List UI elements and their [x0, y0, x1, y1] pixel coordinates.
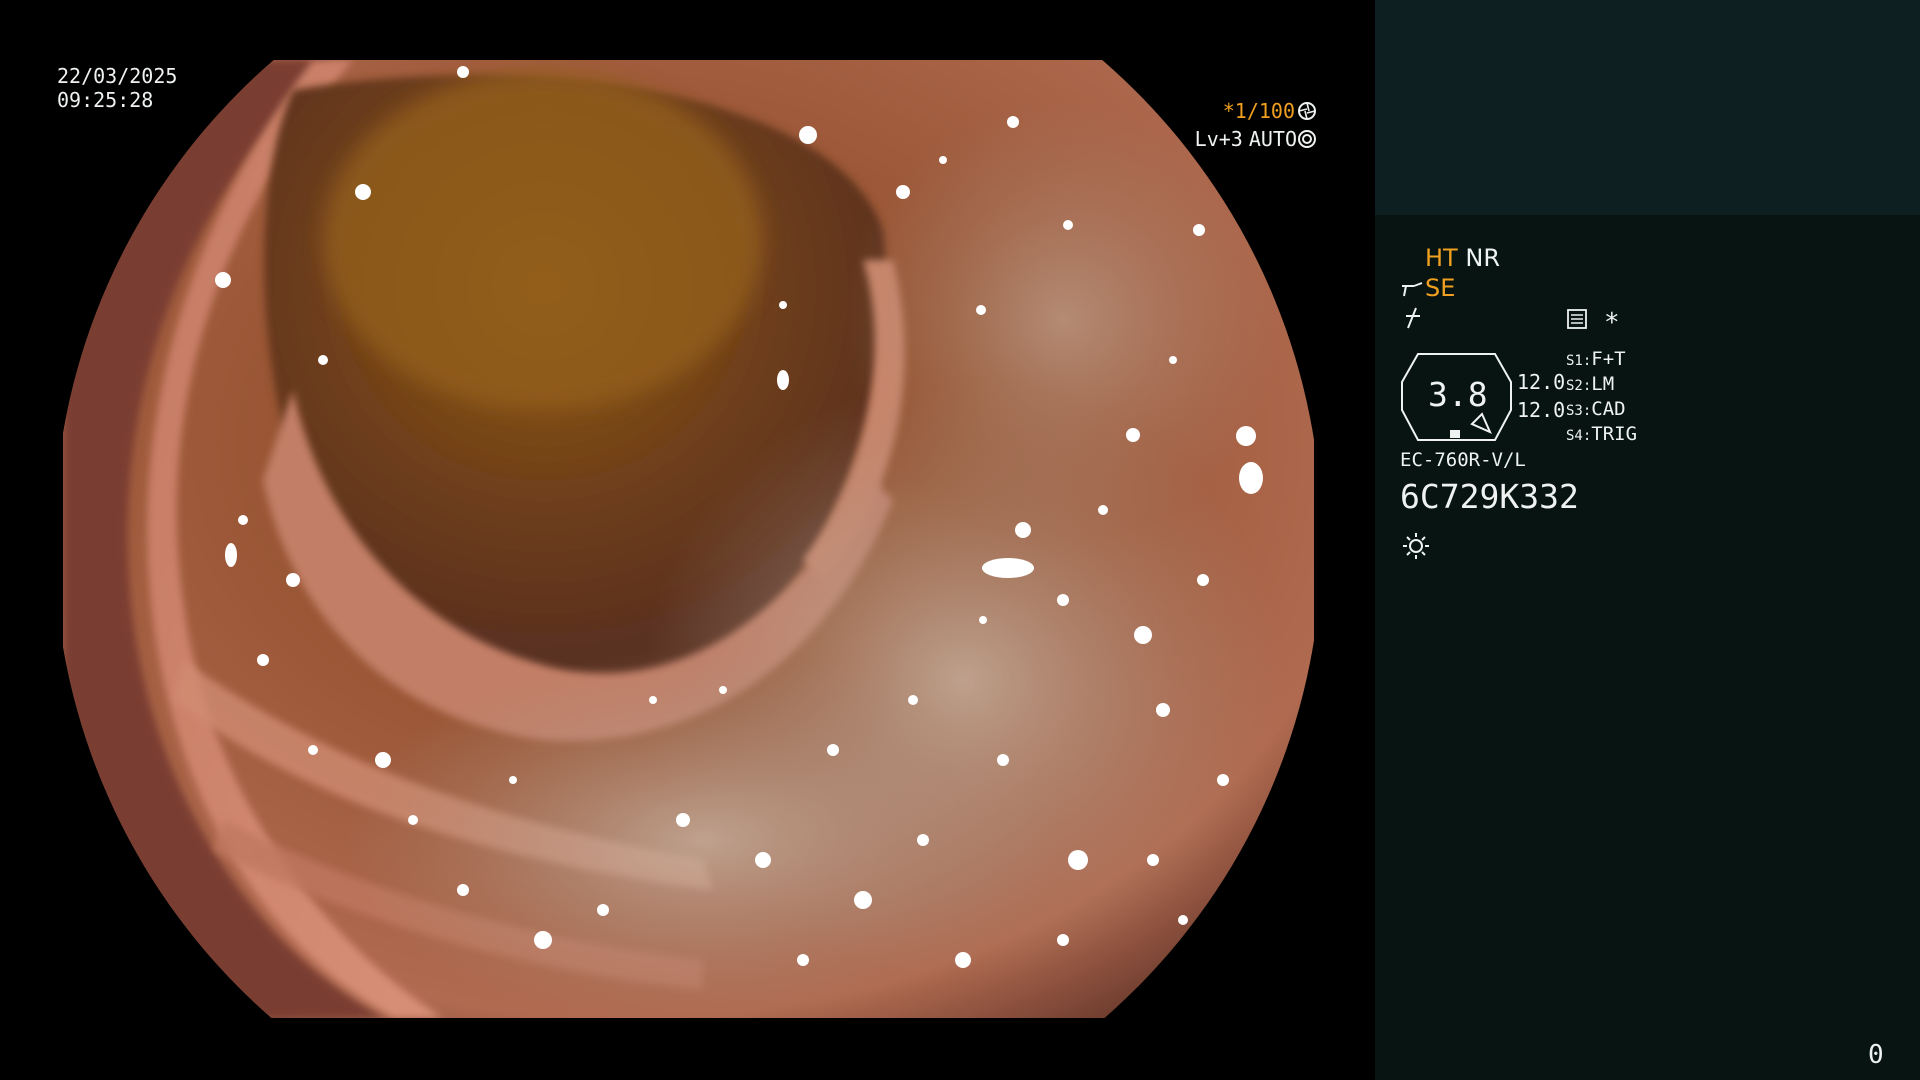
shutter-aperture-icon: [1297, 101, 1317, 121]
panel-header-area: [1375, 0, 1920, 215]
settings-panel: [1375, 0, 1920, 1080]
switch-key: S4: [1566, 428, 1583, 444]
memo-card-icon: [1566, 308, 1588, 330]
ht-label: HT: [1425, 244, 1458, 272]
switch-label: LM: [1591, 373, 1615, 395]
hood-value: 3.8: [1428, 375, 1488, 414]
flash-icon: [1402, 306, 1424, 330]
brightness-sun-icon: [1401, 531, 1431, 561]
date-readout: 22/03/2025: [57, 64, 178, 88]
switch-row: S3:CAD: [1566, 398, 1626, 420]
colon-lumen-image: [63, 60, 1314, 1018]
scope-tip-icon: [1400, 280, 1426, 300]
iris-level: Lv+3: [1194, 127, 1243, 151]
shutter-row: *1/100: [1223, 101, 1317, 121]
switch-row: S1:F+T: [1566, 348, 1626, 370]
switch-label: TRIG: [1591, 423, 1638, 445]
gauge-bottom-value: 12.0: [1517, 398, 1566, 422]
switch-key: S3: [1566, 403, 1583, 419]
switch-row: S4:TRIG: [1566, 423, 1638, 445]
asterisk-indicator: *: [1604, 308, 1620, 338]
gauge-top-value: 12.0: [1517, 370, 1566, 394]
switch-label: F+T: [1591, 348, 1626, 370]
nr-label: NR: [1465, 244, 1500, 272]
scope-model: EC-760R-V/L: [1400, 449, 1526, 471]
iris-row: Lv+3 AUTO: [1195, 129, 1317, 149]
iris-icon: [1297, 129, 1317, 149]
iris-mode: AUTO: [1248, 127, 1297, 151]
frame-counter: 0: [1868, 1040, 1884, 1070]
switch-list: S1:F+T S2:LM S3:CAD S4:TRIG: [1566, 350, 1637, 450]
switch-key: S1: [1566, 353, 1583, 369]
endoscope-view: [63, 60, 1314, 1018]
enhancement-row: HT NR: [1425, 246, 1500, 270]
time-readout: 09:25:28: [57, 88, 154, 112]
shutter-speed: *1/100: [1222, 99, 1295, 123]
switch-row: S2:LM: [1566, 373, 1615, 395]
switch-label: CAD: [1591, 398, 1626, 420]
se-label: SE: [1425, 274, 1456, 302]
switch-key: S2: [1566, 378, 1583, 394]
scope-serial: 6C729K332: [1400, 477, 1579, 516]
